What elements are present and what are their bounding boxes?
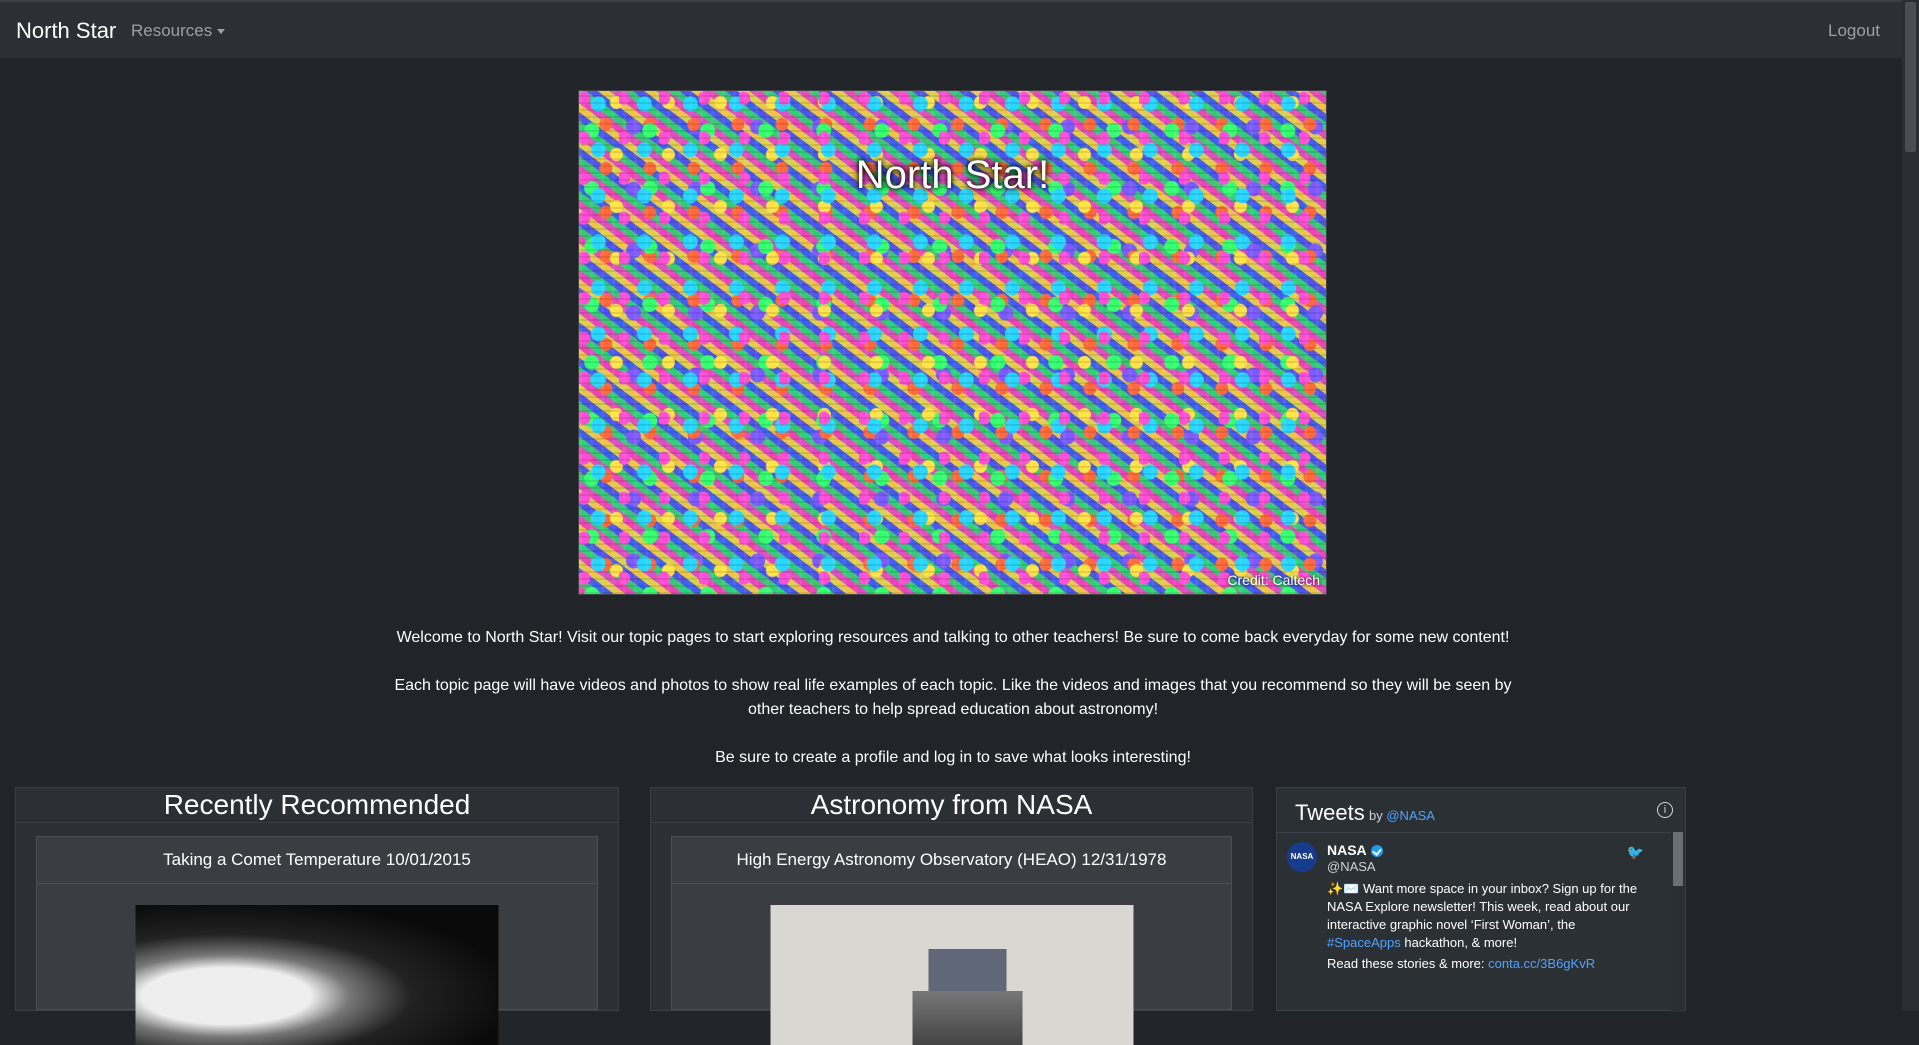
nasa-card[interactable]: High Energy Astronomy Observatory (HEAO)… [671,836,1232,1045]
heao-solar-panel [928,949,1006,991]
recently-recommended-title: Recently Recommended [16,788,618,823]
tweet-emoji: ✨✉️ [1327,881,1360,896]
tweets-title: Tweets [1295,800,1365,825]
welcome-text: Welcome to North Star! Visit our topic p… [380,626,1526,794]
tweet-more-prefix: Read these stories & more: [1327,956,1489,971]
info-icon[interactable]: i [1657,802,1673,818]
logout-link[interactable]: Logout [1828,21,1880,41]
avatar[interactable]: NASA [1287,842,1317,872]
tweet-author-handle[interactable]: @NASA [1327,859,1376,874]
hero-credit: Credit: Caltech [1227,572,1320,588]
comet-image[interactable] [135,905,499,1045]
verified-icon [1370,845,1383,858]
recommended-card[interactable]: Taking a Comet Temperature 10/01/2015 [36,836,598,1045]
recommended-card-title[interactable]: Taking a Comet Temperature 10/01/2015 [37,837,597,884]
welcome-paragraph-3: Be sure to create a profile and log in t… [715,749,1191,766]
top-navbar: North Star Resources Logout [0,0,1902,58]
tweet-author-label: NASA [1327,842,1367,858]
tweet-text-part-2: hackathon, & more! [1400,935,1518,950]
tweets-handle-link[interactable]: @NASA [1386,808,1435,823]
tweets-by-label: by [1369,808,1383,823]
heao-image[interactable] [770,905,1133,1045]
twitter-bird-icon[interactable]: 🐦 [1627,844,1644,861]
tweets-by-line: by @NASA [1369,808,1435,823]
tweets-header: Tweets by @NASA i [1277,788,1685,833]
tweet-text: ✨✉️ Want more space in your inbox? Sign … [1327,880,1647,952]
nasa-card-title[interactable]: High Energy Astronomy Observatory (HEAO)… [672,837,1231,884]
astronomy-from-nasa-title: Astronomy from NASA [651,788,1252,823]
resources-label: Resources [131,21,213,40]
heao-base [912,991,1022,1045]
resources-dropdown[interactable]: Resources [131,21,226,41]
page-scrollbar[interactable] [1902,0,1919,1011]
hero-title: North Star! [855,153,1050,197]
tweets-scrollbar[interactable] [1671,832,1685,1012]
spaceapps-hashtag-link[interactable]: #SpaceApps [1327,935,1401,950]
astronomy-from-nasa-panel: Astronomy from NASA High Energy Astronom… [650,787,1253,1045]
tweet-more-line: Read these stories & more: conta.cc/3B6g… [1327,956,1595,971]
tweets-widget: Tweets by @NASA i NASA NASA @NASA 🐦 ✨✉️ … [1276,787,1686,1012]
recently-recommended-panel: Recently Recommended Taking a Comet Temp… [15,787,619,1045]
welcome-paragraph-1: Welcome to North Star! Visit our topic p… [396,629,1510,646]
tweet-more-link[interactable]: conta.cc/3B6gKvR [1488,956,1595,971]
tweets-scrollbar-thumb[interactable] [1673,832,1683,886]
chevron-down-icon [217,29,226,35]
brand-link[interactable]: North Star [16,18,116,44]
hero-image: North Star! Credit: Caltech [578,90,1327,595]
welcome-paragraph-2: Each topic page will have videos and pho… [394,677,1512,718]
scrollbar-thumb[interactable] [1905,2,1916,152]
tweet-text-part-1: Want more space in your inbox? Sign up f… [1327,881,1638,932]
tweet-author-name[interactable]: NASA [1327,842,1383,858]
